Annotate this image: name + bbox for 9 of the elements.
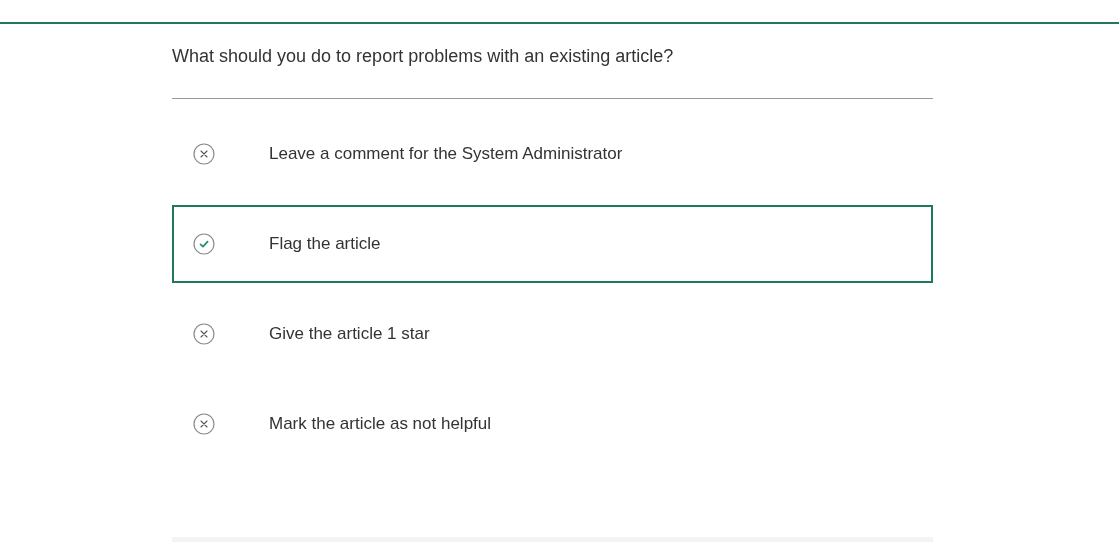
question-text: What should you do to report problems with an existing article? <box>172 45 675 68</box>
check-circle-icon <box>193 233 215 255</box>
answer-option[interactable]: Mark the article as not helpful <box>172 385 933 463</box>
cross-circle-icon <box>193 413 215 435</box>
cross-circle-icon <box>193 323 215 345</box>
cross-circle-icon <box>193 143 215 165</box>
answer-option[interactable]: Flag the article <box>172 205 933 283</box>
answer-option[interactable]: Give the article 1 star <box>172 295 933 373</box>
answer-option[interactable]: Leave a comment for the System Administrator <box>172 115 933 193</box>
